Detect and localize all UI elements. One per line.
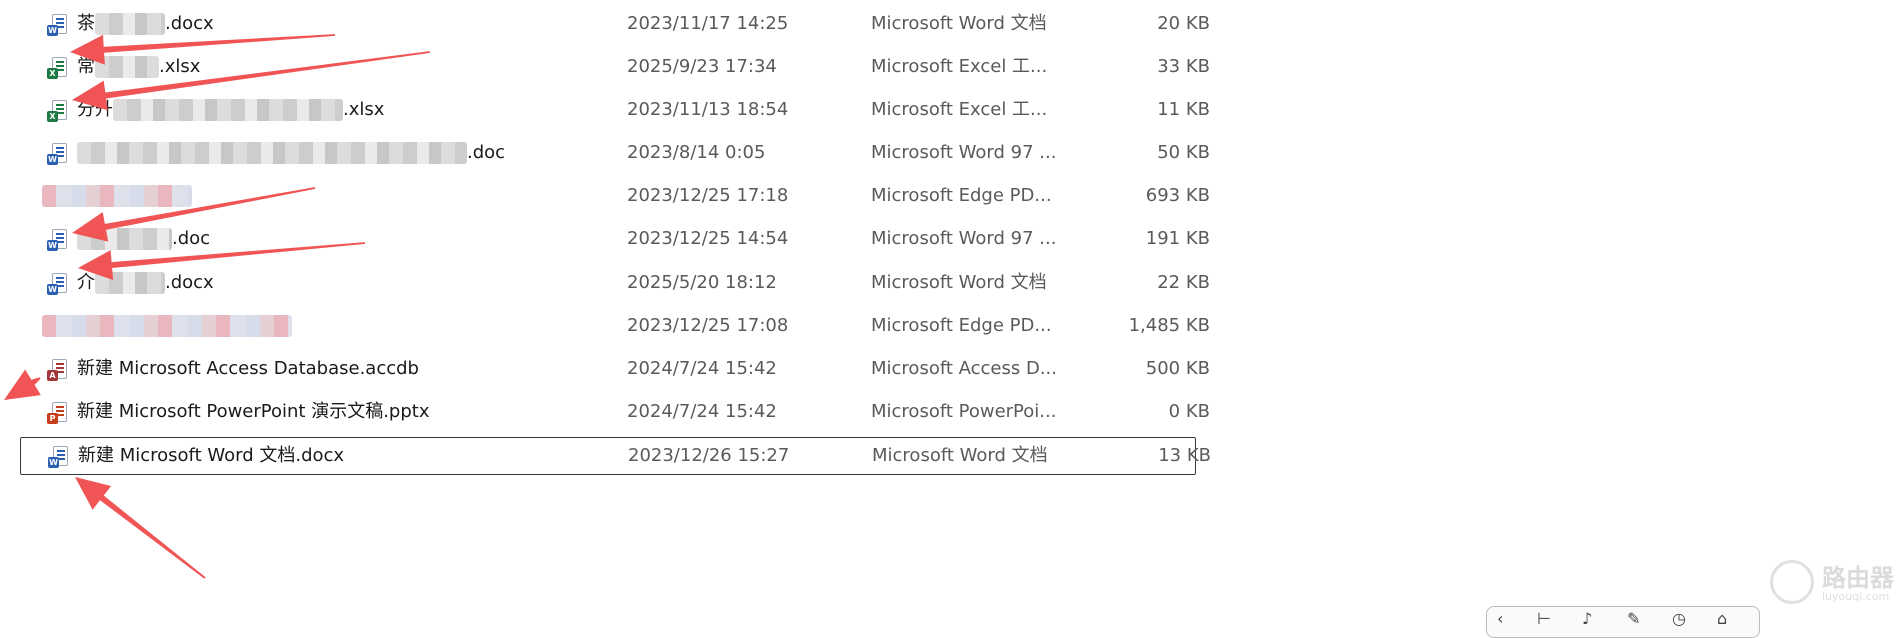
- tool-icon[interactable]: ⊢: [1537, 609, 1551, 628]
- watermark-logo: 路由器 luyouqi.com: [1770, 556, 1900, 611]
- annotation-arrow: [75, 477, 206, 579]
- lock-icon[interactable]: ⌂: [1717, 609, 1727, 628]
- annotation-arrows: [4, 34, 431, 579]
- floating-toolbar[interactable]: ‹ ⊢ ♪ ✎ ◷ ⌂: [1486, 606, 1760, 638]
- router-icon: [1770, 560, 1814, 604]
- annotation-arrow: [4, 369, 41, 400]
- annotation-arrow: [78, 242, 366, 280]
- chevron-icon[interactable]: ‹: [1497, 609, 1503, 628]
- clock-icon[interactable]: ◷: [1672, 609, 1686, 628]
- watermark-subtitle: luyouqi.com: [1822, 590, 1890, 603]
- annotation-arrow: [72, 187, 316, 242]
- audio-icon[interactable]: ♪: [1582, 609, 1592, 628]
- annotation-arrow: [70, 34, 336, 65]
- watermark-title: 路由器: [1822, 564, 1894, 592]
- pen-icon[interactable]: ✎: [1627, 609, 1640, 628]
- annotation-arrow: [72, 51, 431, 111]
